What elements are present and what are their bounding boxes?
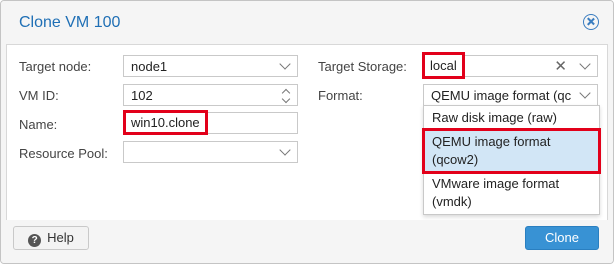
spinner-icon[interactable]	[281, 87, 291, 103]
clone-vm-dialog: Clone VM 100 Target node: node1 VM ID: 1…	[0, 0, 614, 264]
vm-id-input[interactable]: 102	[123, 84, 298, 106]
target-node-label: Target node:	[19, 59, 92, 74]
vm-id-label: VM ID:	[19, 88, 59, 103]
help-button-label: Help	[47, 230, 74, 245]
format-dropdown: Raw disk image (raw) QEMU image format (…	[422, 105, 601, 215]
target-storage-label: Target Storage:	[318, 59, 407, 74]
dialog-title: Clone VM 100	[19, 14, 121, 31]
close-icon[interactable]	[583, 14, 599, 30]
option-line: VMware image format	[432, 176, 560, 191]
option-line: (qcow2)	[432, 152, 479, 167]
name-value: win10.clone	[123, 110, 208, 135]
dialog-titlebar: Clone VM 100	[1, 1, 613, 43]
target-node-value: node1	[131, 59, 168, 74]
chevron-down-icon[interactable]	[579, 58, 591, 70]
format-select[interactable]: QEMU image format (qc	[423, 84, 598, 106]
option-line: QEMU image format	[432, 134, 551, 149]
target-node-select[interactable]: node1	[123, 55, 298, 77]
format-option-vmdk[interactable]: VMware image format (vmdk)	[424, 172, 599, 214]
option-line: (vmdk)	[432, 194, 472, 209]
format-option-qcow2[interactable]: QEMU image format (qcow2)	[422, 128, 601, 174]
chevron-down-icon[interactable]	[579, 87, 591, 99]
vm-id-value: 102	[131, 88, 153, 103]
help-button[interactable]: ? Help	[13, 226, 89, 250]
resource-pool-select[interactable]	[123, 141, 298, 163]
question-circle-icon: ?	[28, 234, 42, 247]
chevron-down-icon[interactable]	[279, 144, 291, 156]
name-label: Name:	[19, 117, 58, 132]
format-option-raw[interactable]: Raw disk image (raw)	[424, 106, 599, 130]
clear-icon[interactable]: ✕	[554, 57, 567, 75]
resource-pool-label: Resource Pool:	[19, 146, 108, 161]
target-storage-select[interactable]: local ✕	[422, 52, 598, 79]
chevron-down-icon[interactable]	[279, 58, 291, 70]
target-storage-value: local	[422, 52, 465, 79]
format-value: QEMU image format (qc	[431, 88, 572, 103]
format-label: Format:	[318, 88, 363, 103]
clone-button[interactable]: Clone	[525, 226, 599, 250]
name-input[interactable]: win10.clone	[123, 110, 298, 135]
dialog-footer	[1, 220, 613, 263]
